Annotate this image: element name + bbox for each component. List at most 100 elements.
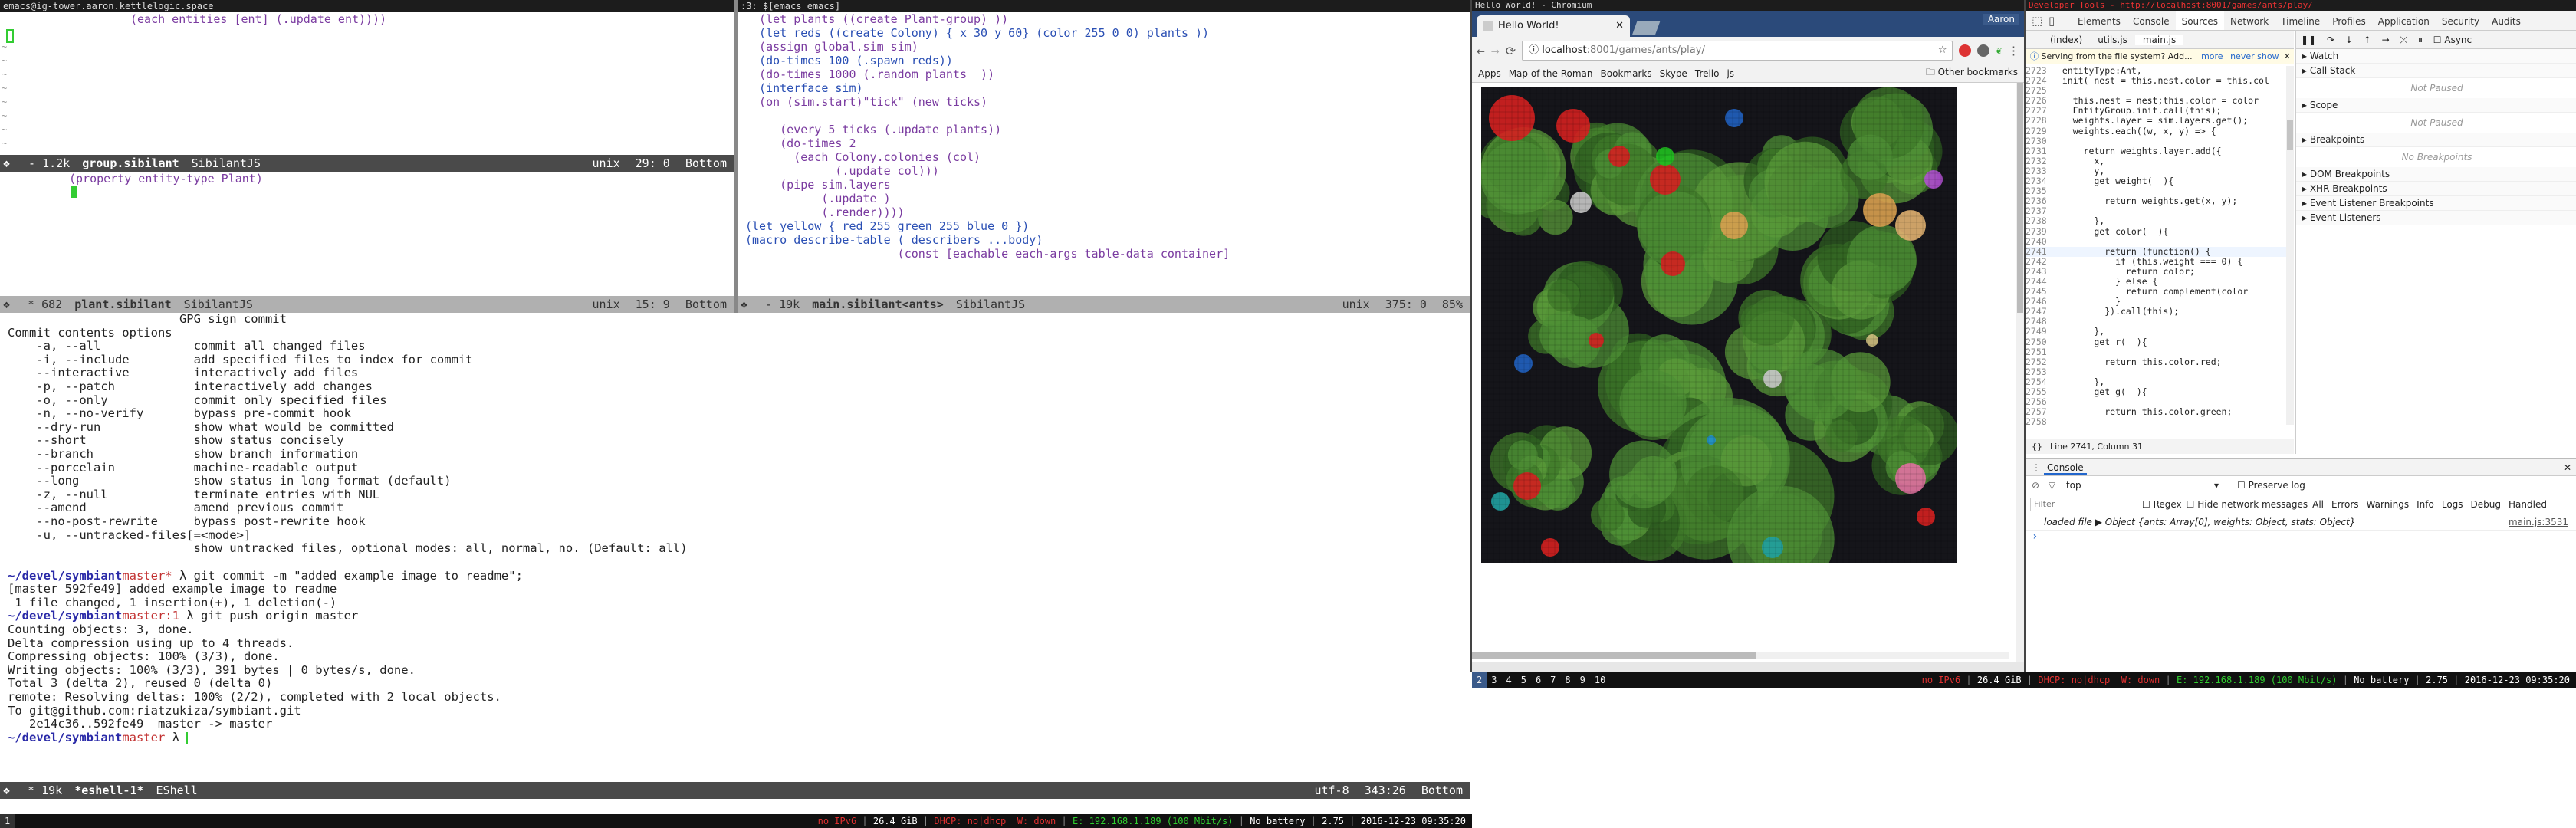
more-link[interactable]: more [2195, 51, 2223, 61]
deactivate-breakpoints-icon[interactable]: ⤫ [2393, 34, 2408, 45]
file-tab[interactable]: utils.js [2090, 34, 2135, 45]
clear-console-icon[interactable]: ⊘ [2032, 480, 2039, 491]
level-errors[interactable]: Errors [2331, 499, 2359, 510]
level-all[interactable]: All [2312, 499, 2324, 510]
tab-hello-world[interactable]: Hello World! ✕ [1477, 15, 1630, 37]
line-number[interactable]: 2732 [2026, 156, 2052, 166]
line-number[interactable]: 2728 [2026, 116, 2052, 126]
tab-console[interactable]: Console [2127, 12, 2176, 30]
device-icon[interactable]: ▯ [2049, 11, 2055, 30]
line-number[interactable]: 2742 [2026, 256, 2052, 267]
bookmark-item[interactable]: Skype [1660, 68, 1687, 79]
regex-checkbox[interactable]: ☐ Regex [2142, 499, 2182, 510]
step-over-icon[interactable]: ↷ [2319, 34, 2334, 45]
filter-icon[interactable]: ▽ [2042, 480, 2055, 491]
context-select[interactable]: top [2058, 480, 2082, 491]
log-source-link[interactable]: main.js:3531 [2509, 514, 2568, 530]
sidebar-section[interactable]: ▸ DOM Breakpoints [2296, 167, 2576, 182]
extension-icon[interactable] [1976, 44, 1990, 57]
inspect-icon[interactable]: ⬚ [2032, 11, 2042, 30]
workspace-4[interactable]: 4 [1501, 672, 1516, 688]
minibuffer[interactable] [0, 799, 1470, 814]
line-number[interactable]: 2731 [2026, 146, 2052, 156]
line-number[interactable]: 2739 [2026, 226, 2052, 237]
preserve-log-checkbox[interactable]: ☐ Preserve log [2237, 476, 2305, 495]
simulation-canvas[interactable] [1481, 87, 1957, 563]
bookmark-item[interactable]: Map of the Roman [1509, 68, 1593, 79]
tab-profiles[interactable]: Profiles [2326, 12, 2372, 30]
back-icon[interactable]: ← [1477, 43, 1485, 59]
line-number[interactable]: 2738 [2026, 216, 2052, 226]
workspace-3[interactable]: 3 [1487, 672, 1501, 688]
emacs-top-pane[interactable]: (each entities [ent] (.update ent)))) ~ … [0, 12, 734, 163]
hide-network-checkbox[interactable]: ☐ Hide network messages [2187, 499, 2308, 510]
other-bookmarks[interactable]: 🗀 Other bookmarks [1926, 65, 2018, 81]
never-show-link[interactable]: never show [2226, 51, 2279, 61]
new-tab-button[interactable] [1631, 21, 1661, 35]
close-icon[interactable]: ✕ [2564, 459, 2571, 476]
extension-leaf-icon[interactable]: ❦ [1996, 44, 2002, 57]
star-icon[interactable]: ☆ [1938, 41, 1952, 60]
pause-on-exceptions-icon[interactable]: ⏸ [2410, 34, 2423, 45]
bookmark-item[interactable]: Trello [1695, 68, 1720, 79]
line-number[interactable]: 2751 [2026, 347, 2052, 357]
drawer-menu-icon[interactable]: ⋮ [2032, 459, 2041, 476]
step-out-icon[interactable]: ↑ [2356, 34, 2371, 45]
line-number[interactable]: 2743 [2026, 266, 2052, 277]
console-message[interactable]: loaded file ▶ Object {ants: Array[0], we… [2026, 514, 2576, 531]
async-checkbox[interactable]: ☐ [2426, 34, 2445, 45]
workspace-6[interactable]: 6 [1531, 672, 1546, 688]
workspace-7[interactable]: 7 [1546, 672, 1560, 688]
tab-network[interactable]: Network [2224, 12, 2275, 30]
bookmark-item[interactable]: js [1727, 68, 1734, 79]
tab-timeline[interactable]: Timeline [2275, 12, 2326, 30]
step-icon[interactable]: → [2374, 34, 2390, 45]
workspace-9[interactable]: 9 [1576, 672, 1590, 688]
code-scrollbar[interactable] [2286, 66, 2294, 425]
extension-stop-icon[interactable] [1958, 44, 1971, 57]
workspace-2[interactable]: 2 [1472, 672, 1487, 688]
tab-audits[interactable]: Audits [2486, 12, 2527, 30]
line-number[interactable]: 2750 [2026, 337, 2052, 347]
bookmark-item[interactable]: Bookmarks [1601, 68, 1652, 79]
sidebar-section[interactable]: ▸ Event Listeners [2296, 211, 2576, 225]
level-warnings[interactable]: Warnings [2367, 499, 2410, 510]
forward-icon[interactable]: → [1491, 43, 1500, 59]
close-icon[interactable]: ✕ [1615, 15, 1624, 37]
level-debug[interactable]: Debug [2471, 499, 2501, 510]
bookmark-item[interactable]: Apps [1478, 68, 1501, 79]
filter-input[interactable] [2030, 497, 2137, 511]
sidebar-section[interactable]: ▸ Watch [2296, 49, 2576, 64]
tab-application[interactable]: Application [2372, 12, 2436, 30]
console-prompt[interactable]: › [2026, 531, 2576, 543]
file-tab[interactable]: main.js [2134, 34, 2184, 45]
workspace-8[interactable]: 8 [1560, 672, 1575, 688]
eshell-pane[interactable]: GPG sign commit Commit contents options -… [0, 312, 1470, 790]
line-number[interactable]: 2730 [2026, 136, 2052, 146]
level-info[interactable]: Info [2417, 499, 2434, 510]
reload-icon[interactable]: ⟳ [1506, 44, 1516, 58]
menu-icon[interactable]: ⋮ [2008, 44, 2019, 58]
step-into-icon[interactable]: ↓ [2338, 34, 2353, 45]
profile-name[interactable]: Aaron [1983, 14, 2019, 25]
address-bar[interactable]: ⓘ localhost:8001/games/ants/play/ ☆ [1522, 41, 1953, 61]
tab-console[interactable]: Console [2044, 462, 2087, 475]
line-number[interactable]: 2729 [2026, 126, 2052, 136]
source-code[interactable]: 2723 entityType:Ant, 2724 init( nest = th… [2026, 66, 2286, 425]
line-number[interactable]: 2753 [2026, 366, 2052, 377]
main-sibilant-pane[interactable]: (let plants ((create Plant-group) )) (le… [738, 12, 1470, 296]
sidebar-section[interactable]: ▸ Call Stack [2296, 64, 2576, 78]
pretty-print-icon[interactable]: {} [2032, 442, 2050, 452]
tab-sources[interactable]: Sources [2175, 12, 2225, 30]
close-icon[interactable]: ✕ [2284, 49, 2291, 64]
sidebar-section[interactable]: ▸ Event Listener Breakpoints [2296, 196, 2576, 211]
pause-icon[interactable]: ❚❚ [2301, 34, 2316, 45]
line-number[interactable]: 2749 [2026, 327, 2052, 337]
sidebar-section[interactable]: ▸ Scope [2296, 98, 2576, 113]
line-number[interactable]: 2740 [2026, 236, 2052, 247]
level-logs[interactable]: Logs [2442, 499, 2463, 510]
horizontal-scrollbar[interactable] [1472, 652, 2009, 659]
current-prompt[interactable]: ~/devel/symbiantmaster λ [8, 731, 1463, 745]
file-tab[interactable]: (index) [2042, 34, 2090, 45]
tab-elements[interactable]: Elements [2072, 12, 2127, 30]
